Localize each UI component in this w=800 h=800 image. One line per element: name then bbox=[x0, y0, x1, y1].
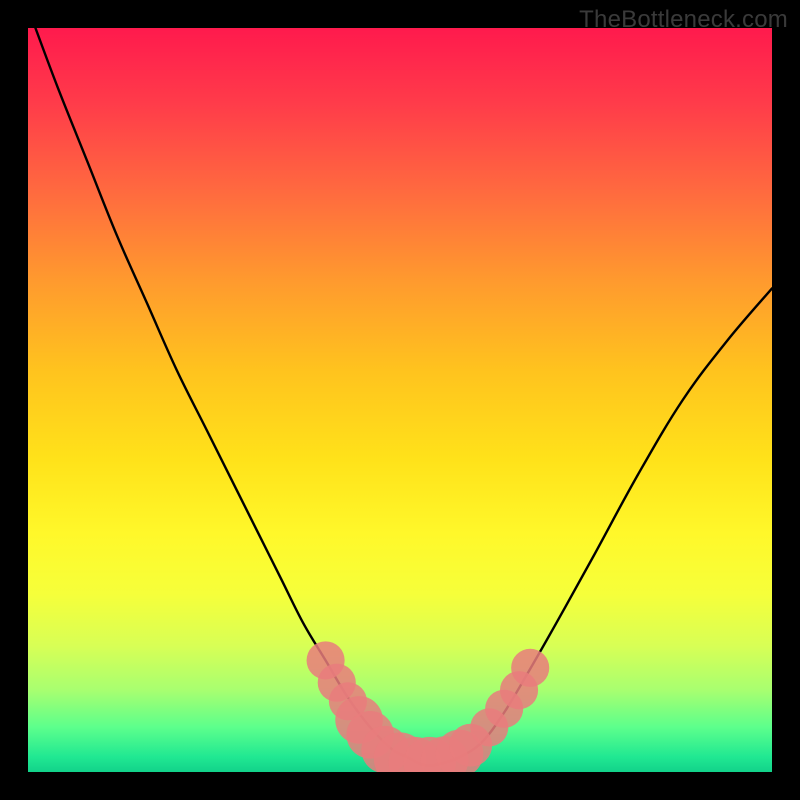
plot-area bbox=[28, 28, 772, 772]
curve-svg bbox=[28, 28, 772, 772]
chart-frame: TheBottleneck.com bbox=[0, 0, 800, 800]
data-marker bbox=[511, 649, 549, 687]
marker-group bbox=[307, 641, 550, 772]
bottleneck-curve bbox=[35, 28, 772, 766]
